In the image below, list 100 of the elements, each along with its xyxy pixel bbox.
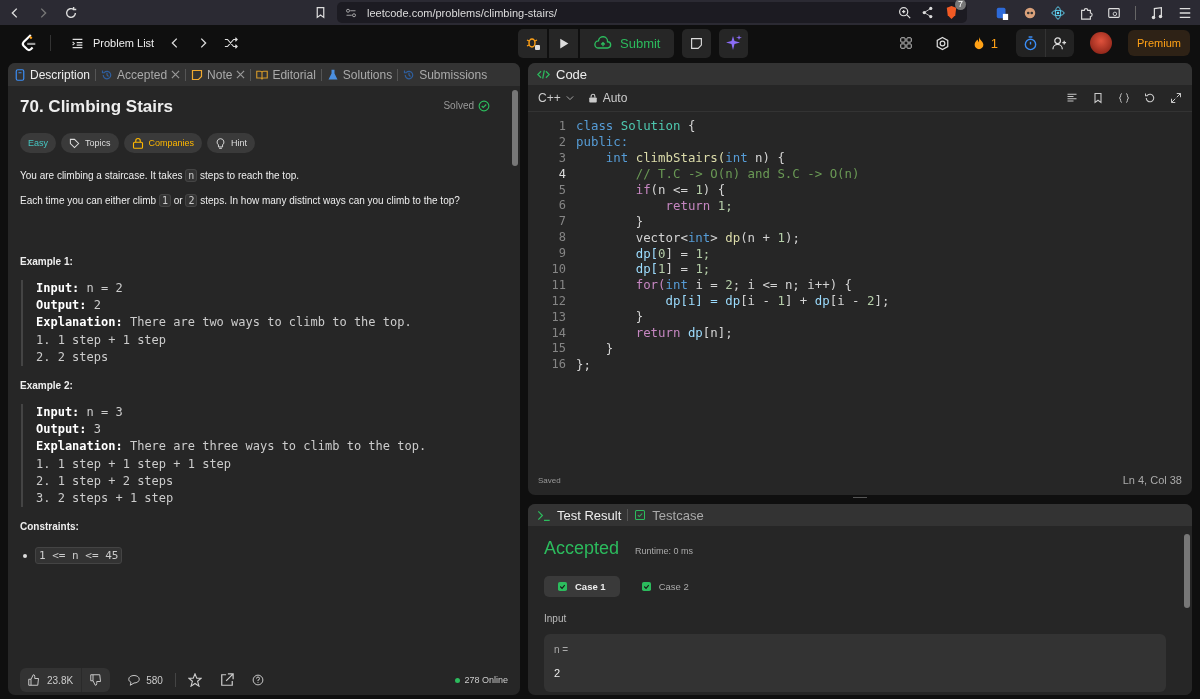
atom-icon[interactable] [1051,5,1066,20]
zoom-icon[interactable] [898,6,912,19]
code-line: class Solution { [576,118,696,134]
debug-button[interactable] [518,28,547,58]
reset-icon[interactable] [1144,92,1156,104]
language-dropdown[interactable]: C++ [538,91,574,105]
panel-tab[interactable]: Test Result [537,507,622,523]
example-line: 1. 1 step + 1 step [36,331,168,349]
mode-button[interactable]: Auto [587,91,628,105]
star-icon[interactable] [187,673,202,687]
history-icon [403,68,416,81]
reload-icon[interactable] [64,5,78,20]
submit-button[interactable]: Submit [580,28,675,58]
tag-button[interactable]: Companies [123,133,203,153]
expand-icon[interactable] [1170,92,1182,104]
settings-icon[interactable] [934,35,950,51]
line-number: 16 [550,357,567,372]
flask-icon [326,68,339,81]
music-icon[interactable] [1150,5,1164,20]
book-icon [256,68,269,81]
panel-tab[interactable]: Solutions [326,67,393,82]
parameter-value: 2 [554,667,562,679]
menu-icon[interactable] [1178,5,1192,20]
grid-icon[interactable] [898,36,913,50]
panel-tab[interactable]: Description [14,67,91,82]
format-icon[interactable] [1066,92,1078,104]
line-number: 10 [550,261,567,276]
panel-tab[interactable]: Testcase [634,507,704,523]
chevron-down-icon [565,94,574,102]
line-number: 13 [550,309,567,324]
tag-button[interactable]: Hint [207,133,256,153]
example-line: 2. 2 steps [36,348,110,366]
bookmark-icon[interactable] [1092,92,1104,104]
bug-lock-icon [524,35,541,51]
line-number: 8 [557,230,567,245]
close-icon[interactable] [236,70,246,79]
address-bar[interactable]: leetcode.com/problems/climbing-stairs/ 7 [337,2,968,23]
panel-tab[interactable]: Submissions [403,67,488,82]
code-line: dp[0] = 1; [634,245,711,261]
bookmark-icon[interactable] [314,6,327,19]
code-line: } [634,309,644,325]
case-tab[interactable]: Case 1 [544,576,620,597]
site-settings-icon[interactable] [345,6,357,19]
lock-icon [587,93,598,103]
play-icon [557,36,570,50]
solved-status: Solved [443,99,490,112]
add-user-icon [1052,35,1068,51]
panel-tab[interactable]: Note [191,67,246,82]
example-line: 1. 1 step + 1 step + 1 step [36,455,233,473]
panel-tab[interactable]: Accepted [101,67,181,82]
ai-button[interactable] [719,28,749,58]
note-icon [690,36,704,50]
code-line: } [634,213,644,229]
example-line: 3. 2 steps + 1 step [36,490,175,508]
braces-icon[interactable] [1118,92,1130,104]
code-line: for(int i = 2; i <= n; i++) { [634,277,853,293]
reader-icon[interactable] [1107,5,1122,20]
code-line: // T.C -> O(n) and S.C -> O(n) [634,166,860,182]
thumbs-down-icon [90,674,103,686]
input-label: Input [544,613,568,624]
difficulty-label: Easy [20,133,56,153]
share-icon[interactable] [921,6,935,19]
stopwatch-icon [1023,35,1038,51]
tag-button[interactable]: Topics [61,133,119,153]
panel-title: Code [556,66,588,82]
user-avatar[interactable] [1090,32,1112,54]
logo-icon[interactable] [20,33,38,53]
code-line: if(n <= 1) { [634,182,726,197]
problem-title: 70. Climbing Stairs [20,97,174,117]
thumbs-up-icon [28,674,40,686]
code-line: dp[i] = dp[i - 1] + dp[i - 2]; [664,293,890,309]
extension-icon[interactable] [1023,5,1038,20]
example-line: Input: n = 2 [36,280,124,297]
check-square-icon [558,582,567,591]
code-line: vector<int> dp(n + 1); [634,229,800,245]
badge-count: 7 [955,0,967,10]
line-number: 7 [557,214,567,229]
external-link-icon[interactable] [219,673,234,687]
puzzle-icon[interactable] [1079,5,1094,20]
premium-button[interactable]: Premium [1128,30,1190,56]
example-line: 2. 1 step + 2 steps [36,472,175,490]
close-icon[interactable] [171,70,181,79]
line-number: 5 [557,182,567,197]
extension-icon[interactable] [995,5,1010,20]
run-button[interactable] [549,28,578,58]
code-line: public: [576,134,629,150]
problem-list-button[interactable]: Problem List [71,36,155,50]
case-tab[interactable]: Case 2 [627,576,703,597]
note-button[interactable] [682,28,712,58]
help-icon[interactable] [251,674,264,686]
parameter-name: n = [554,644,570,655]
example-line: Output: 2 [36,297,103,315]
cloud-upload-icon [594,35,612,51]
line-number: 4 [557,166,567,181]
code-line: }; [576,356,591,372]
streak-counter[interactable]: 1 [971,35,998,51]
cursor-position: Ln 4, Col 38 [1122,474,1182,486]
comments-button[interactable]: 580 [128,674,163,686]
shuffle-icon[interactable] [224,36,239,50]
panel-tab[interactable]: Editorial [256,67,316,82]
